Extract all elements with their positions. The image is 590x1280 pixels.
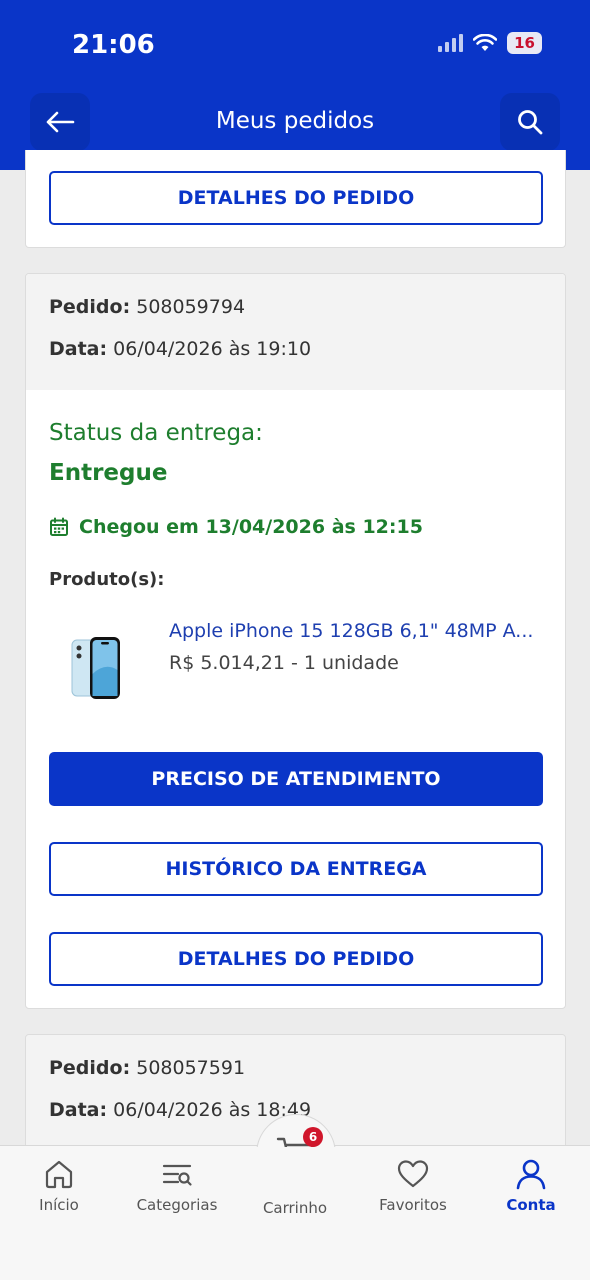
product-image[interactable]	[66, 634, 126, 704]
calendar-icon	[50, 517, 68, 536]
order-number: 508057591	[136, 1057, 246, 1079]
order-number-line: Pedido: 508057591	[49, 1057, 542, 1099]
order-details-button[interactable]: DETALHES DO PEDIDO	[49, 171, 543, 225]
signal-icon	[438, 34, 464, 52]
order-number-label: Pedido:	[49, 1057, 131, 1079]
products-label: Produto(s):	[49, 569, 165, 590]
heart-icon	[397, 1160, 429, 1188]
nav-label: Início	[39, 1196, 79, 1214]
nav-item-categorias[interactable]: Categorias	[118, 1158, 236, 1214]
nav-item-inicio[interactable]: Início	[0, 1158, 118, 1214]
search-icon	[518, 110, 543, 135]
order-date: 06/04/2026 às 19:10	[113, 338, 312, 360]
categories-icon	[162, 1164, 192, 1186]
nav-item-favoritos[interactable]: Favoritos	[354, 1158, 472, 1214]
status-icons: 16	[438, 32, 542, 54]
order-summary: Pedido: 508059794 Data: 06/04/2026 às 19…	[26, 274, 565, 390]
user-icon	[516, 1159, 546, 1190]
order-number: 508059794	[136, 296, 246, 318]
nav-item-conta[interactable]: Conta	[472, 1158, 590, 1214]
nav-label: Favoritos	[379, 1196, 447, 1214]
nav-label: Categorias	[136, 1196, 218, 1214]
home-icon	[45, 1160, 73, 1189]
cart-badge: 6	[303, 1127, 323, 1147]
app-header: 21:06 16 Meus pedidos	[0, 0, 590, 170]
order-date-line: Data: 06/04/2026 às 19:10	[49, 338, 542, 380]
order-number-line: Pedido: 508059794	[49, 296, 542, 338]
battery-indicator: 16	[507, 32, 542, 54]
search-button[interactable]	[500, 93, 560, 151]
order-date-label: Data:	[49, 1099, 108, 1121]
arrival-info: Chegou em 13/04/2026 às 12:15	[49, 516, 423, 538]
order-card: DETALHES DO PEDIDO	[25, 150, 566, 248]
wifi-icon	[473, 34, 498, 51]
delivery-history-button[interactable]: HISTÓRICO DA ENTREGA	[49, 842, 543, 896]
delivery-status-label: Status da entrega:	[49, 420, 263, 446]
order-card: Pedido: 508059794 Data: 06/04/2026 às 19…	[25, 273, 566, 1009]
nav-label: Conta	[506, 1196, 556, 1214]
support-button[interactable]: PRECISO DE ATENDIMENTO	[49, 752, 543, 806]
product-name-link[interactable]: Apple iPhone 15 128GB 6,1" 48MP A...	[169, 620, 543, 642]
delivery-status: Entregue	[49, 460, 168, 486]
arrival-text: Chegou em 13/04/2026 às 12:15	[79, 516, 423, 538]
order-details-button[interactable]: DETALHES DO PEDIDO	[49, 932, 543, 986]
order-number-label: Pedido:	[49, 296, 131, 318]
nav-label-carrinho[interactable]: Carrinho	[236, 1199, 354, 1217]
product-price: R$ 5.014,21 - 1 unidade	[169, 652, 399, 674]
order-date-label: Data:	[49, 338, 108, 360]
status-time: 21:06	[72, 30, 155, 60]
